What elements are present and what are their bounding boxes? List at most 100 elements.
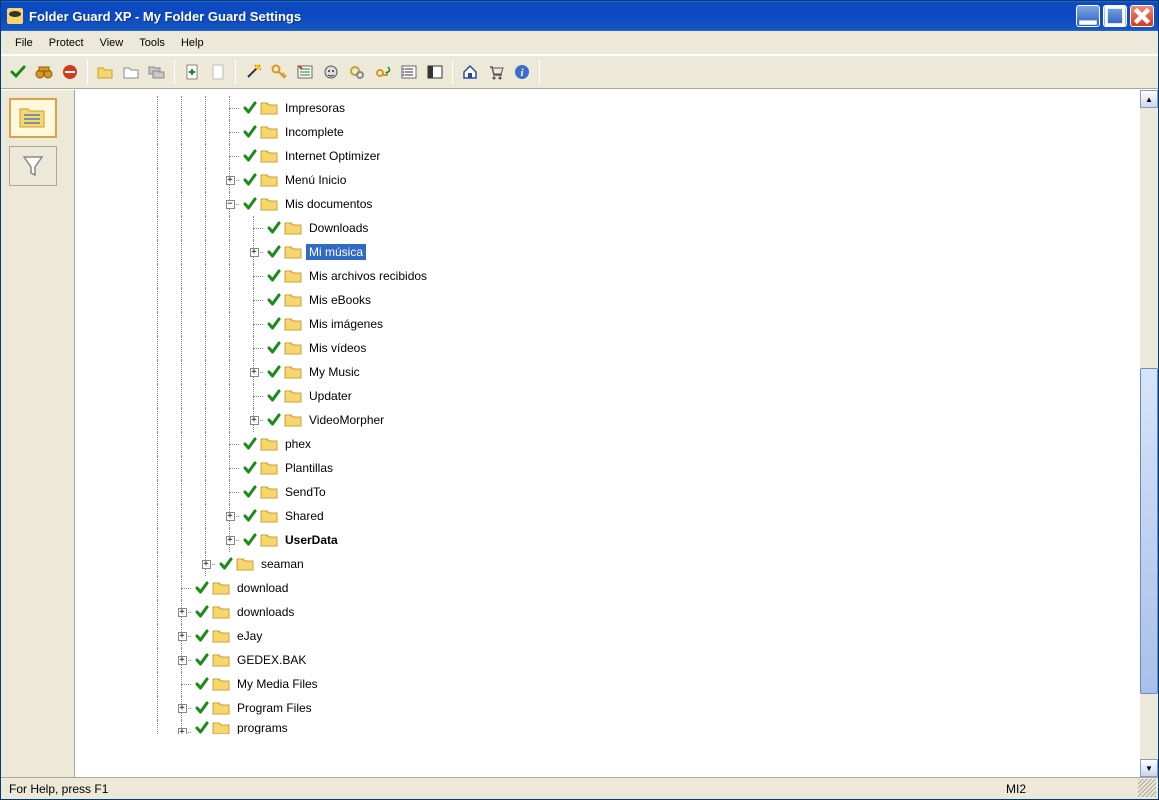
maximize-button[interactable] bbox=[1103, 5, 1127, 27]
tree-item[interactable]: − Mis documentos bbox=[76, 192, 1140, 216]
minimize-button[interactable] bbox=[1076, 5, 1100, 27]
expand-icon[interactable]: + bbox=[242, 408, 266, 432]
filter-view-button[interactable] bbox=[9, 146, 57, 186]
expand-icon[interactable]: + bbox=[170, 624, 194, 648]
tree-item-label[interactable]: Shared bbox=[282, 508, 327, 524]
menu-file[interactable]: File bbox=[7, 34, 41, 52]
tree-item[interactable]: + programs bbox=[76, 720, 1140, 734]
page-icon[interactable] bbox=[205, 59, 231, 85]
expand-icon[interactable]: + bbox=[242, 240, 266, 264]
expand-icon[interactable]: + bbox=[242, 360, 266, 384]
tree-item-label[interactable]: Downloads bbox=[306, 220, 371, 236]
options-icon[interactable] bbox=[292, 59, 318, 85]
tree-item-label[interactable]: phex bbox=[282, 436, 314, 452]
scroll-track[interactable] bbox=[1140, 108, 1158, 759]
key-icon[interactable] bbox=[266, 59, 292, 85]
expand-icon[interactable]: + bbox=[218, 504, 242, 528]
folder-tree[interactable]: Impresoras Incomplete Internet Optimizer + M… bbox=[76, 90, 1140, 777]
undo-key-icon[interactable] bbox=[370, 59, 396, 85]
tree-item-label[interactable]: Updater bbox=[306, 388, 355, 404]
tree-item-label[interactable]: My Media Files bbox=[234, 676, 321, 692]
folder-open-icon[interactable] bbox=[92, 59, 118, 85]
title-bar[interactable]: Folder Guard XP - My Folder Guard Settin… bbox=[1, 1, 1158, 31]
expand-icon[interactable]: + bbox=[218, 528, 242, 552]
tree-item-label[interactable]: Mis documentos bbox=[282, 196, 375, 212]
tree-item-label[interactable]: Internet Optimizer bbox=[282, 148, 383, 164]
vertical-scrollbar[interactable]: ▲ ▼ bbox=[1140, 90, 1158, 777]
tree-item[interactable]: + Mi música bbox=[76, 240, 1140, 264]
tree-item[interactable]: + Program Files bbox=[76, 696, 1140, 720]
expand-icon[interactable]: + bbox=[170, 720, 194, 734]
resize-grip-icon[interactable] bbox=[1138, 779, 1156, 797]
collapse-icon[interactable]: − bbox=[218, 192, 242, 216]
tree-item[interactable]: Downloads bbox=[76, 216, 1140, 240]
menu-view[interactable]: View bbox=[92, 34, 132, 52]
tree-item-label[interactable]: My Music bbox=[306, 364, 363, 380]
tree-item-label[interactable]: programs bbox=[234, 720, 291, 734]
tree-item-label[interactable]: Mis imágenes bbox=[306, 316, 386, 332]
face-icon[interactable] bbox=[318, 59, 344, 85]
tree-item[interactable]: Mis eBooks bbox=[76, 288, 1140, 312]
tree-item[interactable]: Plantillas bbox=[76, 456, 1140, 480]
close-button[interactable] bbox=[1130, 5, 1154, 27]
tree-item-label[interactable]: downloads bbox=[234, 604, 297, 620]
scroll-thumb[interactable] bbox=[1140, 368, 1158, 694]
home-icon[interactable] bbox=[457, 59, 483, 85]
menu-tools[interactable]: Tools bbox=[131, 34, 173, 52]
tree-item[interactable]: download bbox=[76, 576, 1140, 600]
tree-item[interactable]: Impresoras bbox=[76, 96, 1140, 120]
tree-item-label[interactable]: Mis eBooks bbox=[306, 292, 374, 308]
tree-item-label[interactable]: eJay bbox=[234, 628, 265, 644]
tree-item-label[interactable]: Mi música bbox=[306, 244, 366, 260]
menu-help[interactable]: Help bbox=[173, 34, 212, 52]
tree-item[interactable]: + VideoMorpher bbox=[76, 408, 1140, 432]
cart-icon[interactable] bbox=[483, 59, 509, 85]
tree-item-label[interactable]: Plantillas bbox=[282, 460, 336, 476]
expand-icon[interactable]: + bbox=[170, 696, 194, 720]
tree-item-label[interactable]: GEDEX.BAK bbox=[234, 652, 309, 668]
tree-item[interactable]: Mis vídeos bbox=[76, 336, 1140, 360]
tree-item[interactable]: Internet Optimizer bbox=[76, 144, 1140, 168]
tree-item-label[interactable]: UserData bbox=[282, 532, 341, 548]
tree-item[interactable]: SendTo bbox=[76, 480, 1140, 504]
tree-item-label[interactable]: Mis archivos recibidos bbox=[306, 268, 430, 284]
tree-item-label[interactable]: Mis vídeos bbox=[306, 340, 369, 356]
tree-item-label[interactable]: Impresoras bbox=[282, 100, 348, 116]
tree-item[interactable]: Incomplete bbox=[76, 120, 1140, 144]
tree-view-button[interactable] bbox=[9, 98, 57, 138]
expand-icon[interactable]: + bbox=[170, 600, 194, 624]
tree-item-label[interactable]: Incomplete bbox=[282, 124, 347, 140]
tree-item[interactable]: + seaman bbox=[76, 552, 1140, 576]
binoculars-icon[interactable] bbox=[31, 59, 57, 85]
tree-item[interactable]: phex bbox=[76, 432, 1140, 456]
tree-item[interactable]: + Shared bbox=[76, 504, 1140, 528]
expand-icon[interactable]: + bbox=[218, 168, 242, 192]
panel-icon[interactable] bbox=[422, 59, 448, 85]
scroll-down-button[interactable]: ▼ bbox=[1140, 759, 1158, 777]
tree-item[interactable]: My Media Files bbox=[76, 672, 1140, 696]
tree-item[interactable]: + eJay bbox=[76, 624, 1140, 648]
tree-item[interactable]: + GEDEX.BAK bbox=[76, 648, 1140, 672]
tree-item-label[interactable]: VideoMorpher bbox=[306, 412, 387, 428]
stop-icon[interactable] bbox=[57, 59, 83, 85]
tree-item[interactable]: + My Music bbox=[76, 360, 1140, 384]
tree-item-label[interactable]: Menú Inicio bbox=[282, 172, 349, 188]
menu-protect[interactable]: Protect bbox=[41, 34, 92, 52]
page-add-icon[interactable] bbox=[179, 59, 205, 85]
tree-item-label[interactable]: seaman bbox=[258, 556, 307, 572]
tree-item[interactable]: + downloads bbox=[76, 600, 1140, 624]
scroll-up-button[interactable]: ▲ bbox=[1140, 90, 1158, 108]
expand-icon[interactable]: + bbox=[194, 552, 218, 576]
info-icon[interactable]: i bbox=[509, 59, 535, 85]
tree-item[interactable]: Mis archivos recibidos bbox=[76, 264, 1140, 288]
tree-item-label[interactable]: download bbox=[234, 580, 291, 596]
list-icon[interactable] bbox=[396, 59, 422, 85]
tree-item-label[interactable]: SendTo bbox=[282, 484, 329, 500]
tree-item[interactable]: Updater bbox=[76, 384, 1140, 408]
expand-icon[interactable]: + bbox=[170, 648, 194, 672]
tree-item-label[interactable]: Program Files bbox=[234, 700, 315, 716]
wand-icon[interactable] bbox=[240, 59, 266, 85]
tree-item[interactable]: + Menú Inicio bbox=[76, 168, 1140, 192]
tree-item[interactable]: Mis imágenes bbox=[76, 312, 1140, 336]
check-icon[interactable] bbox=[5, 59, 31, 85]
